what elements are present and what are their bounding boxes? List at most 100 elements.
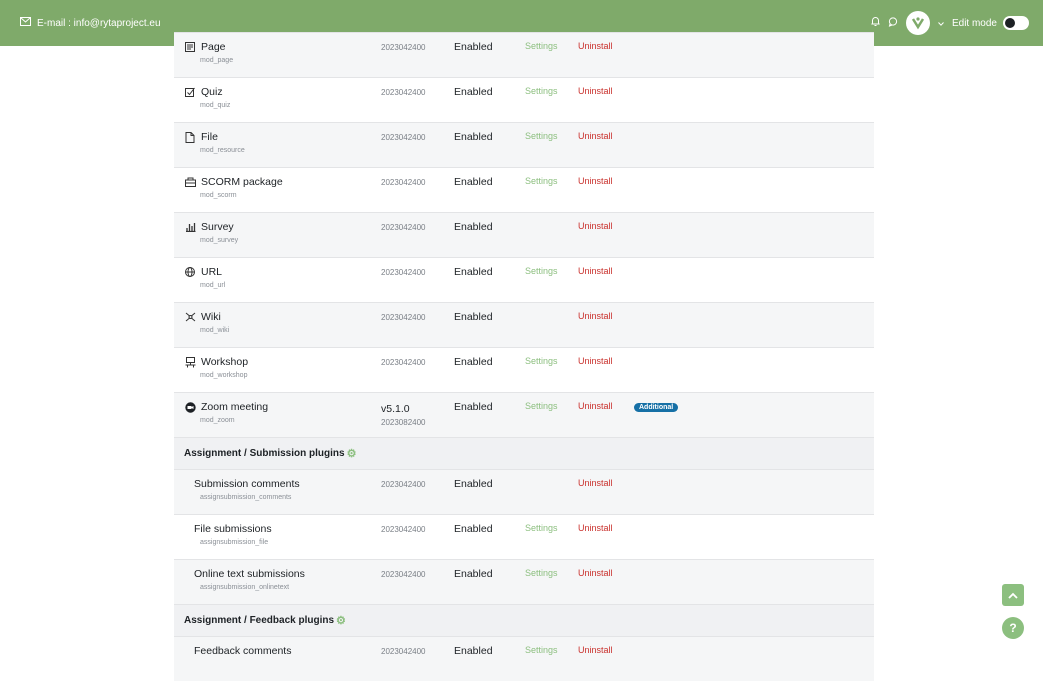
plugin-version: 2023042400 xyxy=(381,480,426,489)
table-row: Wiki mod_wiki 2023042400 Enabled Uninsta… xyxy=(174,302,874,347)
settings-link[interactable]: Settings xyxy=(525,568,558,578)
settings-link[interactable]: Settings xyxy=(525,401,558,411)
status-text: Enabled xyxy=(454,645,493,657)
section-header-submission-plugins: Assignment / Submission plugins ⚙ xyxy=(174,437,874,469)
plugin-component: mod_quiz xyxy=(200,102,231,109)
uninstall-link[interactable]: Uninstall xyxy=(578,645,613,655)
plugin-name: Wiki xyxy=(184,311,221,323)
table-row: Feedback comments 2023042400 Enabled Set… xyxy=(174,636,874,681)
status-text: Enabled xyxy=(454,568,493,580)
additional-badge: Additional xyxy=(634,403,679,412)
status-text: Enabled xyxy=(454,401,493,413)
table-row: Online text submissions assignsubmission… xyxy=(174,559,874,604)
settings-link[interactable]: Settings xyxy=(525,356,558,366)
table-row: File mod_resource 2023042400 Enabled Set… xyxy=(174,122,874,167)
uninstall-link[interactable]: Uninstall xyxy=(578,266,613,276)
survey-icon xyxy=(184,221,196,233)
uninstall-link[interactable]: Uninstall xyxy=(578,176,613,186)
plugin-version: v5.1.0 2023082400 xyxy=(381,403,426,427)
mail-icon xyxy=(20,17,31,29)
chevron-up-icon xyxy=(1008,592,1018,599)
chevron-down-icon[interactable] xyxy=(938,18,944,29)
plugin-version: 2023042400 xyxy=(381,223,426,232)
table-row: Workshop mod_workshop 2023042400 Enabled… xyxy=(174,347,874,392)
plugin-version: 2023042400 xyxy=(381,268,426,277)
status-text: Enabled xyxy=(454,131,493,143)
table-row: Zoom meeting mod_zoom v5.1.0 2023082400 … xyxy=(174,392,874,437)
plugin-name: Online text submissions xyxy=(194,568,305,580)
plugin-name: SCORM package xyxy=(184,176,283,188)
status-text: Enabled xyxy=(454,478,493,490)
plugin-name: File xyxy=(184,131,218,143)
status-text: Enabled xyxy=(454,311,493,323)
uninstall-link[interactable]: Uninstall xyxy=(578,356,613,366)
plugin-version: 2023042400 xyxy=(381,88,426,97)
contact-email-text: E-mail : info@rytaproject.eu xyxy=(37,17,161,29)
globe-icon xyxy=(184,266,196,278)
zoom-icon xyxy=(184,401,196,413)
workshop-icon xyxy=(184,356,196,368)
gear-icon[interactable]: ⚙ xyxy=(347,447,357,460)
plugin-version: 2023042400 xyxy=(381,43,426,52)
question-icon: ? xyxy=(1009,621,1017,635)
uninstall-link[interactable]: Uninstall xyxy=(578,221,613,231)
edit-mode-label: Edit mode xyxy=(951,17,997,29)
gear-icon[interactable]: ⚙ xyxy=(336,614,346,627)
uninstall-link[interactable]: Uninstall xyxy=(578,401,613,411)
uninstall-link[interactable]: Uninstall xyxy=(578,86,613,96)
wiki-icon xyxy=(184,311,196,323)
plugin-component: mod_zoom xyxy=(200,417,235,424)
plugin-component: mod_scorm xyxy=(200,192,237,199)
plugin-component: assignsubmission_onlinetext xyxy=(200,584,290,591)
settings-link[interactable]: Settings xyxy=(525,131,558,141)
table-row: URL mod_url 2023042400 Enabled Settings … xyxy=(174,257,874,302)
settings-link[interactable]: Settings xyxy=(525,645,558,655)
settings-link[interactable]: Settings xyxy=(525,86,558,96)
plugin-version: 2023042400 xyxy=(381,647,426,656)
table-row: Survey mod_survey 2023042400 Enabled Uni… xyxy=(174,212,874,257)
uninstall-link[interactable]: Uninstall xyxy=(578,131,613,141)
plugin-component: mod_survey xyxy=(200,237,239,244)
plugin-version: 2023042400 xyxy=(381,525,426,534)
bell-icon[interactable] xyxy=(871,16,880,30)
contact-email[interactable]: E-mail : info@rytaproject.eu xyxy=(20,17,161,29)
plugins-table: Page mod_page 2023042400 Enabled Setting… xyxy=(174,32,874,681)
plugin-version: 2023042400 xyxy=(381,313,426,322)
settings-link[interactable]: Settings xyxy=(525,523,558,533)
quiz-icon xyxy=(184,86,196,98)
plugin-name: Zoom meeting xyxy=(184,401,268,413)
chat-icon[interactable] xyxy=(888,16,898,30)
plugin-version: 2023042400 xyxy=(381,358,426,367)
uninstall-link[interactable]: Uninstall xyxy=(578,478,613,488)
uninstall-link[interactable]: Uninstall xyxy=(578,41,613,51)
plugin-name: File submissions xyxy=(194,523,272,535)
edit-mode-switch[interactable]: Edit mode xyxy=(952,16,1029,30)
page-icon xyxy=(184,41,196,53)
help-button[interactable]: ? xyxy=(1002,617,1024,639)
plugin-version: 2023042400 xyxy=(381,178,426,187)
uninstall-link[interactable]: Uninstall xyxy=(578,523,613,533)
plugin-version: 2023042400 xyxy=(381,570,426,579)
settings-link[interactable]: Settings xyxy=(525,176,558,186)
uninstall-link[interactable]: Uninstall xyxy=(578,311,613,321)
table-row: SCORM package mod_scorm 2023042400 Enabl… xyxy=(174,167,874,212)
plugin-name: Feedback comments xyxy=(194,645,292,657)
logo-icon xyxy=(911,17,925,30)
edit-mode-toggle[interactable] xyxy=(1003,16,1029,30)
plugin-component: mod_wiki xyxy=(200,327,230,334)
plugin-name: Workshop xyxy=(184,356,248,368)
user-avatar[interactable] xyxy=(905,11,930,35)
plugin-component: mod_page xyxy=(200,57,234,64)
table-row: Quiz mod_quiz 2023042400 Enabled Setting… xyxy=(174,77,874,122)
plugin-component: mod_workshop xyxy=(200,372,248,379)
plugin-name: Survey xyxy=(184,221,234,233)
status-text: Enabled xyxy=(454,523,493,535)
plugin-name: Submission comments xyxy=(194,478,300,490)
scroll-top-button[interactable] xyxy=(1002,584,1024,606)
settings-link[interactable]: Settings xyxy=(525,266,558,276)
settings-link[interactable]: Settings xyxy=(525,41,558,51)
status-text: Enabled xyxy=(454,86,493,98)
uninstall-link[interactable]: Uninstall xyxy=(578,568,613,578)
scorm-icon xyxy=(184,176,196,188)
table-row: File submissions assignsubmission_file 2… xyxy=(174,514,874,559)
